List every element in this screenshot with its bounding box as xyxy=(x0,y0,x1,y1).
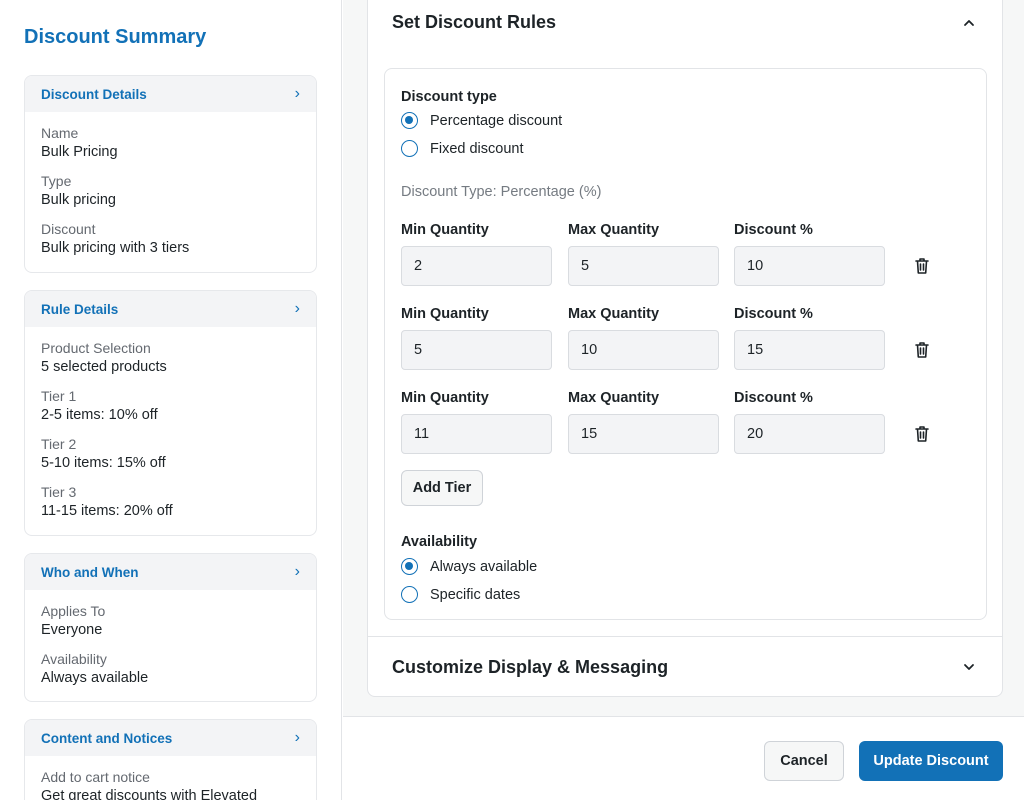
availability-label: Availability xyxy=(401,534,478,550)
detail-value: 2-5 items: 10% off xyxy=(41,407,158,423)
detail-value: Everyone xyxy=(41,622,103,638)
card-header-rule-details[interactable]: Rule Details › xyxy=(25,291,316,327)
tier-3-max-input[interactable] xyxy=(568,414,719,454)
radio-label: Always available xyxy=(430,558,538,575)
detail-label: Applies To xyxy=(41,603,106,619)
discount-percent-label: Discount % xyxy=(734,390,813,406)
card-title: Who and When xyxy=(41,564,139,580)
chevron-up-icon[interactable] xyxy=(962,16,976,30)
cancel-button[interactable]: Cancel xyxy=(764,741,844,781)
radio-fixed-discount[interactable]: Fixed discount xyxy=(401,140,524,157)
max-quantity-label: Max Quantity xyxy=(568,390,660,406)
card-header-who-and-when[interactable]: Who and When › xyxy=(25,554,316,590)
detail-label: Name xyxy=(41,125,79,141)
section-title-rules: Set Discount Rules xyxy=(392,12,557,32)
summary-sidebar: Discount Summary Discount Details › Name… xyxy=(0,0,342,800)
section-divider xyxy=(368,636,1002,637)
discount-percent-label: Discount % xyxy=(734,222,813,238)
chevron-right-icon: › xyxy=(294,563,300,580)
chevron-right-icon: › xyxy=(294,729,300,746)
radio-always-available[interactable]: Always available xyxy=(401,558,537,575)
tier-1-min-input[interactable] xyxy=(401,246,552,286)
detail-label: Add to cart notice xyxy=(41,769,150,785)
detail-value: Bulk pricing xyxy=(41,192,116,208)
radio-percentage-discount[interactable]: Percentage discount xyxy=(401,112,562,129)
detail-label: Availability xyxy=(41,651,107,667)
trash-icon[interactable] xyxy=(914,257,930,275)
tier-2-discount-input[interactable] xyxy=(734,330,885,370)
detail-value: 11-15 items: 20% off xyxy=(41,503,173,519)
discount-type-hint: Discount Type: Percentage (%) xyxy=(401,184,602,200)
update-discount-button[interactable]: Update Discount xyxy=(859,741,1003,781)
radio-label: Fixed discount xyxy=(430,140,524,157)
radio-dot-selected[interactable] xyxy=(401,558,418,575)
detail-label: Discount xyxy=(41,221,96,237)
tier-2-min-input[interactable] xyxy=(401,330,552,370)
detail-label: Tier 2 xyxy=(41,436,77,452)
card-title: Rule Details xyxy=(41,301,119,317)
card-title: Discount Details xyxy=(41,86,147,102)
detail-label: Tier 1 xyxy=(41,388,77,404)
section-title-display[interactable]: Customize Display & Messaging xyxy=(392,657,668,678)
card-who-and-when: Who and When › Applies To Everyone Avail… xyxy=(24,553,317,702)
tier-1-discount-input[interactable] xyxy=(734,246,885,286)
detail-value: 5 selected products xyxy=(41,359,167,375)
discount-type-label: Discount type xyxy=(401,89,497,105)
detail-label: Tier 3 xyxy=(41,484,77,500)
discount-rules-panel: Set Discount Rules Discount type Percent… xyxy=(367,0,1003,697)
min-quantity-label: Min Quantity xyxy=(401,222,489,238)
radio-dot-selected[interactable] xyxy=(401,112,418,129)
card-discount-details: Discount Details › Name Bulk Pricing Typ… xyxy=(24,75,317,273)
radio-dot[interactable] xyxy=(401,586,418,603)
add-tier-button[interactable]: Add Tier xyxy=(401,470,483,506)
tier-3-discount-input[interactable] xyxy=(734,414,885,454)
card-title: Content and Notices xyxy=(41,730,173,746)
card-content-and-notices: Content and Notices › Add to cart notice… xyxy=(24,719,317,800)
summary-title: Discount Summary xyxy=(24,26,207,48)
rules-inner-box: Discount type Percentage discount Fixed … xyxy=(384,68,987,620)
card-rule-details: Rule Details › Product Selection 5 selec… xyxy=(24,290,317,536)
min-quantity-label: Min Quantity xyxy=(401,390,489,406)
detail-value: Bulk Pricing xyxy=(41,144,118,160)
detail-value: Get great discounts with Elevated xyxy=(41,788,258,800)
max-quantity-label: Max Quantity xyxy=(568,306,660,322)
max-quantity-label: Max Quantity xyxy=(568,222,660,238)
detail-value: Bulk pricing with 3 tiers xyxy=(41,240,190,256)
tier-3-min-input[interactable] xyxy=(401,414,552,454)
radio-specific-dates[interactable]: Specific dates xyxy=(401,586,520,603)
radio-label: Percentage discount xyxy=(430,112,563,129)
detail-value: 5-10 items: 15% off xyxy=(41,455,166,471)
trash-icon[interactable] xyxy=(914,341,930,359)
detail-value: Always available xyxy=(41,670,149,686)
radio-label: Specific dates xyxy=(430,586,521,603)
chevron-right-icon: › xyxy=(294,300,300,317)
radio-dot[interactable] xyxy=(401,140,418,157)
min-quantity-label: Min Quantity xyxy=(401,306,489,322)
detail-label: Type xyxy=(41,173,72,189)
chevron-down-icon[interactable] xyxy=(962,660,976,674)
chevron-right-icon: › xyxy=(294,85,300,102)
discount-percent-label: Discount % xyxy=(734,306,813,322)
main-area: Set Discount Rules Discount type Percent… xyxy=(343,0,1024,800)
detail-label: Product Selection xyxy=(41,340,151,356)
tier-1-max-input[interactable] xyxy=(568,246,719,286)
card-header-content-and-notices[interactable]: Content and Notices › xyxy=(25,720,316,756)
trash-icon[interactable] xyxy=(914,425,930,443)
action-footer: Cancel Update Discount xyxy=(343,716,1024,800)
tier-2-max-input[interactable] xyxy=(568,330,719,370)
card-header-discount-details[interactable]: Discount Details › xyxy=(25,76,316,112)
